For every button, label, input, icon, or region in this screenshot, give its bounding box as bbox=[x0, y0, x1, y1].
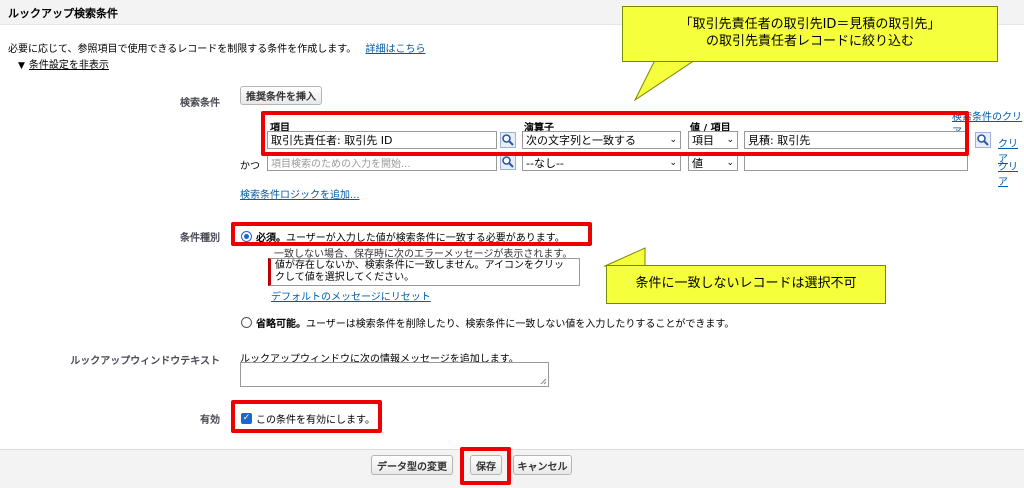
optional-radio[interactable] bbox=[241, 317, 252, 328]
filter-row2-operator-value: --なし-- bbox=[526, 156, 564, 170]
annotation-box-active bbox=[231, 400, 382, 433]
callout-top-line1: 「取引先責任者の取引先ID＝見積の取引先」 bbox=[679, 17, 941, 33]
filter-row2-operator-select[interactable]: --なし-- ⌄ bbox=[522, 154, 681, 171]
lookup-search-icon[interactable] bbox=[500, 154, 516, 170]
optional-option-text: ユーザーは検索条件を削除したり、検索条件に一致しない値を入力したりすることができ… bbox=[306, 319, 735, 330]
optional-option-title: 省略可能。 bbox=[256, 319, 306, 330]
chevron-down-icon: ⌄ bbox=[726, 157, 734, 168]
filter-row2-value-type-select[interactable]: 値 ⌄ bbox=[688, 154, 738, 171]
hide-settings-toggle[interactable]: ▼ 条件設定を非表示 bbox=[18, 56, 109, 71]
annotation-box-required bbox=[231, 222, 592, 246]
filter-row2-clear-link[interactable]: クリア bbox=[998, 158, 1024, 188]
add-filter-logic-link[interactable]: 検索条件ロジックを追加... bbox=[240, 186, 360, 201]
footer-bar bbox=[0, 449, 1024, 488]
cancel-button[interactable]: キャンセル bbox=[513, 455, 572, 475]
learn-more-link[interactable]: 詳細はこちら bbox=[366, 44, 426, 55]
callout-top: 「取引先責任者の取引先ID＝見積の取引先」 の取引先責任者レコードに絞り込む bbox=[622, 6, 998, 62]
section-title: ルックアップ検索条件 bbox=[8, 7, 118, 20]
callout-middle: 条件に一致しないレコードは選択不可 bbox=[606, 265, 886, 304]
annotation-box-filter-row bbox=[261, 111, 969, 156]
and-label: かつ bbox=[240, 161, 260, 172]
section-description: 必要に応じて、参照項目で使用できるレコードを制限する条件を作成します。 詳細はこ… bbox=[8, 40, 426, 55]
active-label: 有効 bbox=[200, 415, 220, 426]
callout-top-line2: の取引先責任者レコードに絞り込む bbox=[705, 34, 914, 49]
toggle-label[interactable]: 条件設定を非表示 bbox=[29, 60, 109, 71]
lookup-window-textarea[interactable] bbox=[240, 362, 549, 387]
reset-default-message-link[interactable]: デフォルトのメッセージにリセット bbox=[271, 288, 431, 303]
lookup-window-text-label: ルックアップウィンドウテキスト bbox=[70, 356, 220, 367]
caret-down-icon: ▼ bbox=[18, 61, 25, 71]
filter-row2-value-input[interactable] bbox=[744, 154, 968, 171]
filter-row2-value-type: 値 bbox=[692, 156, 703, 170]
error-message-text: 値が存在しないか、検索条件に一致しません。アイコンをクリックして値を選択してくだ… bbox=[275, 260, 564, 283]
optional-option: 省略可能。ユーザーは検索条件を削除したり、検索条件に一致しない値を入力したりする… bbox=[256, 315, 734, 330]
description-text: 必要に応じて、参照項目で使用できるレコードを制限する条件を作成します。 bbox=[8, 44, 357, 55]
annotation-box-save bbox=[460, 447, 511, 485]
chevron-down-icon: ⌄ bbox=[669, 157, 677, 168]
filter-type-label: 条件種別 bbox=[180, 233, 220, 244]
resize-handle-icon[interactable] bbox=[540, 378, 547, 385]
filter-criteria-label: 検索条件 bbox=[180, 98, 220, 109]
error-message-textarea[interactable]: 値が存在しないか、検索条件に一致しません。アイコンをクリックして値を選択してくだ… bbox=[268, 258, 580, 286]
insert-suggested-criteria-button[interactable]: 推奨条件を挿入 bbox=[240, 86, 322, 105]
filter-row2-field-input[interactable]: 項目検索のための入力を開始... bbox=[267, 154, 497, 171]
change-data-type-button[interactable]: データ型の変更 bbox=[371, 455, 453, 475]
lookup-search-icon[interactable] bbox=[975, 132, 991, 148]
